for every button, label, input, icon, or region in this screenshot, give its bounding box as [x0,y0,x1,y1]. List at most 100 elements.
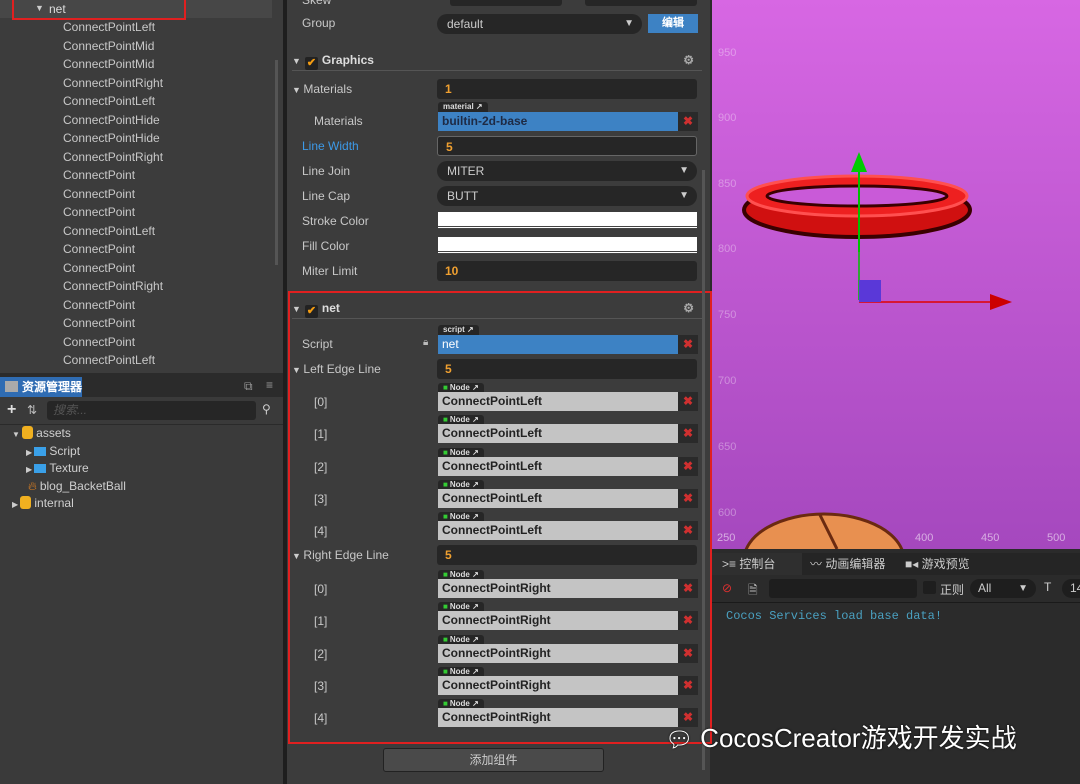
assets-tab[interactable]: 资源管理器 [0,377,82,397]
materials-label[interactable]: ▼ Materials [292,80,352,98]
y-arrow-icon[interactable] [851,152,867,172]
asset-item[interactable]: ▼ assets [12,425,71,442]
clear-icon[interactable]: ✖ [678,675,698,695]
clear-icon[interactable]: ✖ [678,112,698,131]
log-file-icon[interactable]: 🗎︎ [748,581,758,602]
hierarchy-node[interactable]: ConnectPointMid [63,37,154,55]
hierarchy-node[interactable]: ConnectPoint [63,296,135,314]
hierarchy-node[interactable]: ConnectPoint [63,259,135,277]
sort-icon[interactable]: ⇅ [27,403,37,417]
line-cap-select[interactable]: BUTT ▼ [437,186,697,206]
graphics-component-header[interactable]: ▼ ✔ Graphics ⚙ [292,49,702,71]
group-select[interactable]: default ▼ [437,14,642,34]
hierarchy-node[interactable]: ConnectPointRight [63,74,163,92]
search-input[interactable]: 搜索... [47,401,256,420]
clear-icon[interactable]: ✖ [678,611,698,631]
hierarchy-node[interactable]: ConnectPointLeft [63,222,155,240]
hierarchy-node[interactable]: ConnectPoint [63,166,135,184]
asset-item[interactable]: ▶ Script [26,443,80,460]
hoop-hole [765,184,949,208]
tab-animation-editor[interactable]: 〰 动画编辑器 [810,553,885,575]
console-filter-input[interactable] [769,579,917,598]
node-ref-field[interactable]: ConnectPointLeft [438,488,678,508]
edit-group-button[interactable]: 编辑 [648,14,698,33]
skew-x-field[interactable] [450,0,562,6]
hierarchy-node[interactable]: ConnectPoint [63,240,135,258]
clear-icon[interactable]: ✖ [678,643,698,663]
hierarchy-node[interactable]: ConnectPoint [63,333,135,351]
line-width-field[interactable]: 5 [437,136,697,156]
search-icon[interactable]: ⚲ [262,402,271,416]
left-edge-line-label[interactable]: ▼ Left Edge Line [292,360,381,378]
hierarchy-node[interactable]: ConnectPointRight [63,148,163,166]
clear-icon[interactable]: ✖ [678,424,698,444]
clear-icon[interactable]: ✖ [678,456,698,476]
node-ref-field[interactable]: ConnectPointLeft [438,392,678,411]
asset-item[interactable]: 🔥︎ blog_BacketBall [28,478,126,495]
stroke-color-swatch[interactable] [438,212,697,229]
hierarchy-node[interactable]: ConnectPointHide [63,129,160,147]
script-field[interactable]: net [438,335,678,354]
node-ref-field[interactable]: ConnectPointRight [438,675,678,695]
skew-y-field[interactable] [585,0,697,6]
enabled-checkbox[interactable]: ✔ [304,305,318,318]
clear-console-icon[interactable]: ⊘ [722,581,732,595]
hierarchy-node[interactable]: ConnectPointHide [63,111,160,129]
hierarchy-node[interactable]: ConnectPointRight [63,277,163,295]
collapse-arrow-icon[interactable]: ▼ [292,304,301,314]
clear-icon[interactable]: ✖ [678,579,698,598]
right-edge-line-label[interactable]: ▼ Right Edge Line [292,546,389,564]
material-asset-field[interactable]: builtin-2d-base [438,112,678,131]
clear-icon[interactable]: ✖ [678,521,698,541]
gizmo-handle[interactable] [859,280,881,302]
hierarchy-node[interactable]: ConnectPoint [63,203,135,221]
miter-limit-field[interactable]: 10 [437,261,697,281]
left-edge-count-field[interactable]: 5 [437,359,697,379]
add-component-button[interactable]: 添加组件 [383,748,604,772]
node-ref-field[interactable]: ConnectPointLeft [438,456,678,476]
node-ref-field[interactable]: ConnectPointRight [438,708,678,728]
net-title: net [321,301,340,315]
hierarchy-node[interactable]: ConnectPoint [63,185,135,203]
tab-game-preview[interactable]: ■◂ 游戏预览 [905,553,970,575]
hierarchy-node[interactable]: ConnectPointMid [63,55,154,73]
tab-console[interactable]: >≡ 控制台 [712,553,802,575]
right-edge-count-field[interactable]: 5 [437,545,697,565]
folder-icon [34,461,49,475]
asset-item[interactable]: ▶ internal [12,495,74,512]
node-ref-field[interactable]: ConnectPointLeft [438,424,678,444]
log-level-select[interactable]: All ▼ [970,579,1036,598]
node-ref-field[interactable]: ConnectPointLeft [438,521,678,541]
x-arrow-icon[interactable] [990,294,1012,310]
menu-icon[interactable]: ≡ [266,378,273,392]
material-sub-label: Materials [314,114,363,128]
clear-icon[interactable]: ✖ [678,392,698,411]
scene-view[interactable]: 9509008508007507006506002503003504004505… [712,0,1080,549]
hierarchy-node[interactable]: ConnectPoint [63,314,135,332]
node-ref-field[interactable]: ConnectPointRight [438,611,678,631]
scrollbar[interactable] [275,60,278,265]
add-icon[interactable]: + [7,401,16,419]
enabled-checkbox[interactable]: ✔ [304,57,318,70]
node-ref-field[interactable]: ConnectPointRight [438,579,678,598]
regex-label: 正则 [940,583,965,597]
collapse-arrow-icon[interactable]: ▼ [292,56,301,66]
clear-icon[interactable]: ✖ [678,335,698,354]
material-type-tag: material ↗ [438,102,488,112]
gear-icon[interactable]: ⚙ [683,49,694,71]
gear-icon[interactable]: ⚙ [683,297,694,319]
materials-count-field[interactable]: 1 [437,79,697,99]
node-ref-field[interactable]: ConnectPointRight [438,643,678,663]
hierarchy-node[interactable]: ConnectPointLeft [63,92,155,110]
asset-item[interactable]: ▶ Texture [26,460,89,477]
scrollbar[interactable] [702,170,705,770]
hierarchy-node[interactable]: ConnectPointLeft [63,351,155,369]
font-size-select[interactable]: 14 [1062,579,1080,598]
popout-icon[interactable]: ⧉ [244,379,253,394]
fill-color-swatch[interactable] [438,237,697,254]
hierarchy-node[interactable]: ConnectPointLeft [63,18,155,36]
line-join-select[interactable]: MITER ▼ [437,161,697,181]
regex-checkbox[interactable] [923,581,936,594]
net-component-header[interactable]: ▼ ✔ net ⚙ [292,297,702,319]
clear-icon[interactable]: ✖ [678,488,698,508]
